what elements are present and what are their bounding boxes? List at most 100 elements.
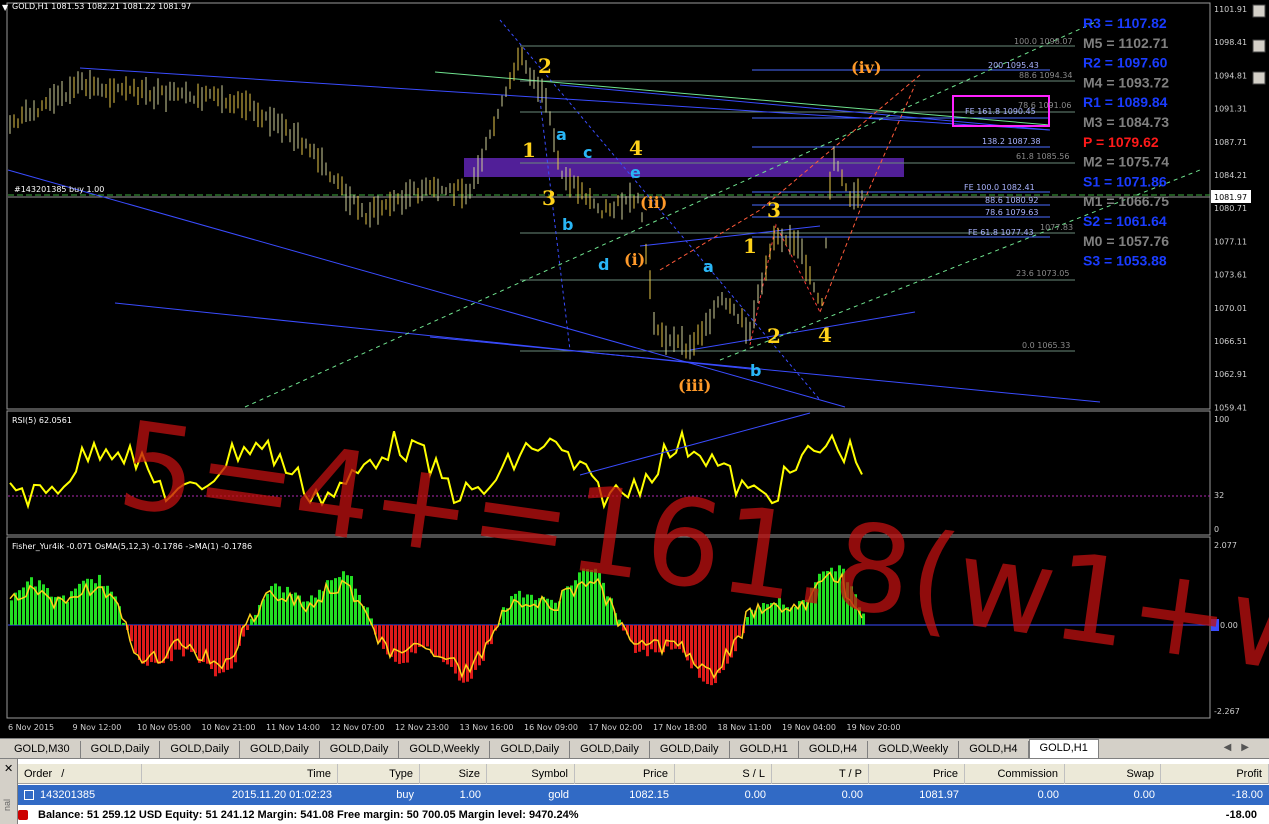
balance-icon <box>18 810 28 820</box>
time-tick: 18 Nov 11:00 <box>718 723 772 732</box>
header-order-label: Order <box>24 767 53 780</box>
fisher-bar <box>330 580 333 625</box>
price-tick: 1077.11 <box>1214 237 1247 246</box>
terminal-side-strip: ✕ nal <box>0 759 18 824</box>
balance-profit: -18.00 <box>1225 809 1257 821</box>
chart-canvas[interactable]: 100.0 1098.07 200 1095.43 88.6 1094.34 7… <box>0 0 1269 738</box>
chart-tab[interactable]: GOLD,Daily <box>160 741 241 758</box>
price-tick: 1066.51 <box>1214 337 1247 346</box>
fisher-bar <box>138 625 141 660</box>
close-icon[interactable]: ✕ <box>4 762 13 775</box>
fib-label-886: 88.6 1094.34 <box>1019 71 1072 80</box>
wave-label-2-sub: 2 <box>767 324 781 348</box>
chart-tab[interactable]: GOLD,Daily <box>80 741 161 758</box>
chart-control-square[interactable] <box>1252 39 1266 53</box>
fisher-bar <box>414 625 417 654</box>
chart-tabs: GOLD,M30 GOLD,Daily GOLD,Daily GOLD,Daily GO… <box>0 738 1269 758</box>
fisher-bar <box>526 594 529 625</box>
chart-control-square-2[interactable] <box>1252 71 1266 85</box>
chart-tab[interactable]: GOLD,Daily <box>570 741 650 758</box>
fisher-bar <box>638 625 641 652</box>
fisher-bar <box>510 596 513 625</box>
price-tick: 1073.61 <box>1214 271 1247 280</box>
fisher-bar <box>174 625 177 650</box>
header-price[interactable]: Price <box>575 763 675 784</box>
fisher-bar <box>718 625 721 674</box>
fisher-bar <box>522 597 525 625</box>
fisher-bar <box>478 625 481 666</box>
time-tick: 11 Nov 14:00 <box>266 723 320 732</box>
fisher-bar <box>474 625 477 670</box>
price-tick: 1094.81 <box>1214 71 1247 80</box>
wave-label-c: c <box>583 143 592 162</box>
fisher-bar <box>310 595 313 625</box>
terminal-side-label: nal <box>2 799 12 812</box>
chart-tab[interactable]: GOLD,Daily <box>319 741 400 758</box>
fisher-bar <box>142 625 145 664</box>
fisher-bar <box>358 594 361 625</box>
chart-menu-arrow-icon[interactable]: ▼ <box>2 3 9 12</box>
fisher-bar <box>518 590 521 625</box>
fisher-bar <box>286 586 289 625</box>
fisher-bar <box>698 625 701 678</box>
fisher-bar <box>406 625 409 663</box>
chart-control-check[interactable] <box>1252 4 1266 18</box>
fisher-bar <box>162 625 165 664</box>
header-size[interactable]: Size <box>420 763 487 784</box>
fisher-bar <box>534 599 537 625</box>
wave-label-2: 2 <box>538 54 552 78</box>
header-order[interactable]: Order / <box>18 763 142 784</box>
time-tick: 19 Nov 04:00 <box>782 723 836 732</box>
balance-row: Balance: 51 259.12 USD Equity: 51 241.12… <box>18 805 1269 824</box>
wave-label-d: d <box>598 255 609 274</box>
target-path-b <box>819 84 916 313</box>
fisher-bar <box>106 585 109 625</box>
terminal-panel: ✕ nal Order / Time Type Size Symbol Pric… <box>0 758 1269 824</box>
header-commission[interactable]: Commission <box>965 763 1065 784</box>
time-axis[interactable]: 6 Nov 2015 9 Nov 12:00 10 Nov 05:00 10 Nov … <box>8 723 900 732</box>
tab-scroll-arrows-icon[interactable]: ◀▶ <box>1224 742 1259 753</box>
price-axis[interactable]: 1101.91 1098.41 1094.81 1091.31 1087.71 1084.… <box>1214 5 1247 412</box>
time-tick: 19 Nov 20:00 <box>847 723 901 732</box>
header-tp[interactable]: T / P <box>772 763 869 784</box>
chart-tab[interactable]: GOLD,M30 <box>4 741 81 758</box>
header-current-price[interactable]: Price <box>869 763 965 784</box>
chart-tab[interactable]: GOLD,H1 <box>1028 739 1099 758</box>
fisher-bar <box>450 625 453 667</box>
fisher-bar <box>90 579 93 625</box>
header-type[interactable]: Type <box>338 763 420 784</box>
chart-tab[interactable]: GOLD,Daily <box>649 741 730 758</box>
wave-label-4-sub: 4 <box>818 323 832 347</box>
rsi-level-100: 100 <box>1214 415 1229 424</box>
fisher-bar <box>334 578 337 625</box>
chart-tab[interactable]: GOLD,H1 <box>729 741 799 758</box>
header-swap[interactable]: Swap <box>1065 763 1161 784</box>
header-symbol[interactable]: Symbol <box>487 763 575 784</box>
chart-tab[interactable]: GOLD,Daily <box>240 741 320 758</box>
header-profit[interactable]: Profit <box>1161 763 1269 784</box>
chart-tab[interactable]: GOLD,Daily <box>490 741 571 758</box>
fisher-bar <box>438 625 441 657</box>
chart-tab[interactable]: GOLD,Weekly <box>868 741 960 758</box>
pivot-level: M3 = 1084.73 <box>1083 114 1169 130</box>
wave-label-a-lower: a <box>703 257 714 276</box>
fisher-bar <box>30 577 33 625</box>
chart-tab[interactable]: GOLD,H4 <box>959 741 1029 758</box>
balance-text: Balance: 51 259.12 USD Equity: 51 241.12… <box>38 809 579 821</box>
header-sl[interactable]: S / L <box>675 763 772 784</box>
order-row[interactable]: 143201385 2015.11.20 01:02:23 buy 1.00 g… <box>18 785 1269 805</box>
chart-tab[interactable]: GOLD,H4 <box>798 741 869 758</box>
fisher-bar <box>262 599 265 625</box>
orders-header: Order / Time Type Size Symbol Price S / … <box>18 763 1269 784</box>
fisher-bar <box>410 625 413 653</box>
fisher-bar <box>666 625 669 647</box>
header-time[interactable]: Time <box>142 763 338 784</box>
chart-area[interactable]: 100.0 1098.07 200 1095.43 88.6 1094.34 7… <box>0 0 1269 738</box>
wave-label-1-sub: 1 <box>743 234 757 258</box>
fisher-bar <box>74 588 77 625</box>
fisher-bar <box>194 625 197 654</box>
chart-tab[interactable]: GOLD,Weekly <box>399 741 491 758</box>
fisher-bar <box>134 625 137 654</box>
fib-labels-group: 100.0 1098.07 200 1095.43 88.6 1094.34 7… <box>964 37 1073 350</box>
fib-label-200: 200 1095.43 <box>988 61 1039 70</box>
